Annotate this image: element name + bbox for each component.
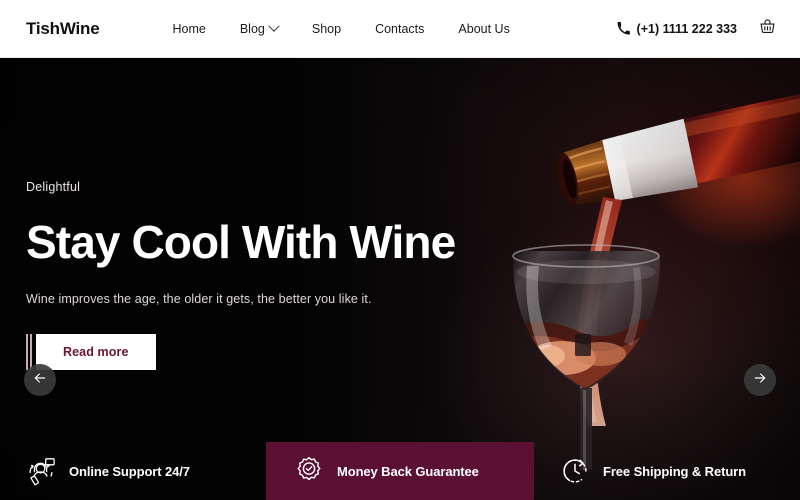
- nav-item-label: Blog: [239, 21, 265, 36]
- read-more-button[interactable]: Read more: [36, 334, 156, 371]
- support-headset-icon: [26, 456, 56, 486]
- feature-label: Money Back Guarantee: [337, 463, 479, 479]
- hero-eyebrow: Delightful: [26, 180, 81, 194]
- hero-slider: Delightful Stay Cool With Wine Wine impr…: [0, 58, 800, 500]
- nav-item-shop[interactable]: Shop: [295, 16, 358, 42]
- nav-item-label: Contacts: [375, 21, 425, 36]
- nav-item-blog[interactable]: Blog: [223, 16, 295, 42]
- hero-subtitle: Wine improves the age, the older it gets…: [26, 292, 372, 307]
- feature-bar: Online Support 24/7 Money Back Guarantee: [0, 442, 800, 500]
- nav-item-home[interactable]: Home: [156, 16, 223, 42]
- main-navigation: Home Blog Shop Contacts About Us: [156, 16, 527, 42]
- feature-free-shipping[interactable]: Free Shipping & Return: [534, 442, 800, 500]
- header-right-group: (+1) 1111 222 333: [617, 18, 776, 40]
- arrow-right-icon: [752, 370, 768, 391]
- feature-money-back[interactable]: Money Back Guarantee: [266, 442, 534, 500]
- feature-online-support[interactable]: Online Support 24/7: [0, 442, 266, 500]
- brand-logo[interactable]: TishWine: [26, 19, 100, 39]
- site-header: TishWine Home Blog Shop Contacts About U…: [0, 0, 800, 58]
- nav-item-label: Home: [172, 21, 206, 36]
- nav-item-about-us[interactable]: About Us: [441, 16, 526, 42]
- phone-number: (+1) 1111 222 333: [636, 21, 737, 36]
- phone-icon: [617, 22, 630, 35]
- clock-arrow-icon: [560, 456, 590, 486]
- page-title: Stay Cool With Wine: [26, 216, 456, 268]
- hero-content: Delightful Stay Cool With Wine Wine impr…: [26, 180, 476, 371]
- nav-item-label: About Us: [458, 21, 510, 36]
- phone-link[interactable]: (+1) 1111 222 333: [617, 22, 737, 36]
- feature-label: Free Shipping & Return: [603, 463, 746, 479]
- chevron-down-icon: [268, 20, 280, 32]
- nav-item-contacts[interactable]: Contacts: [358, 16, 441, 42]
- badge-check-icon: [294, 456, 324, 486]
- slider-next-button[interactable]: [744, 364, 776, 396]
- nav-item-label: Shop: [311, 21, 342, 36]
- slider-prev-button[interactable]: [24, 364, 56, 396]
- feature-label: Online Support 24/7: [69, 463, 190, 479]
- arrow-left-icon: [32, 370, 48, 391]
- shopping-basket-icon: [759, 18, 776, 40]
- cart-button[interactable]: [759, 18, 776, 40]
- page-root: TishWine Home Blog Shop Contacts About U…: [0, 0, 800, 500]
